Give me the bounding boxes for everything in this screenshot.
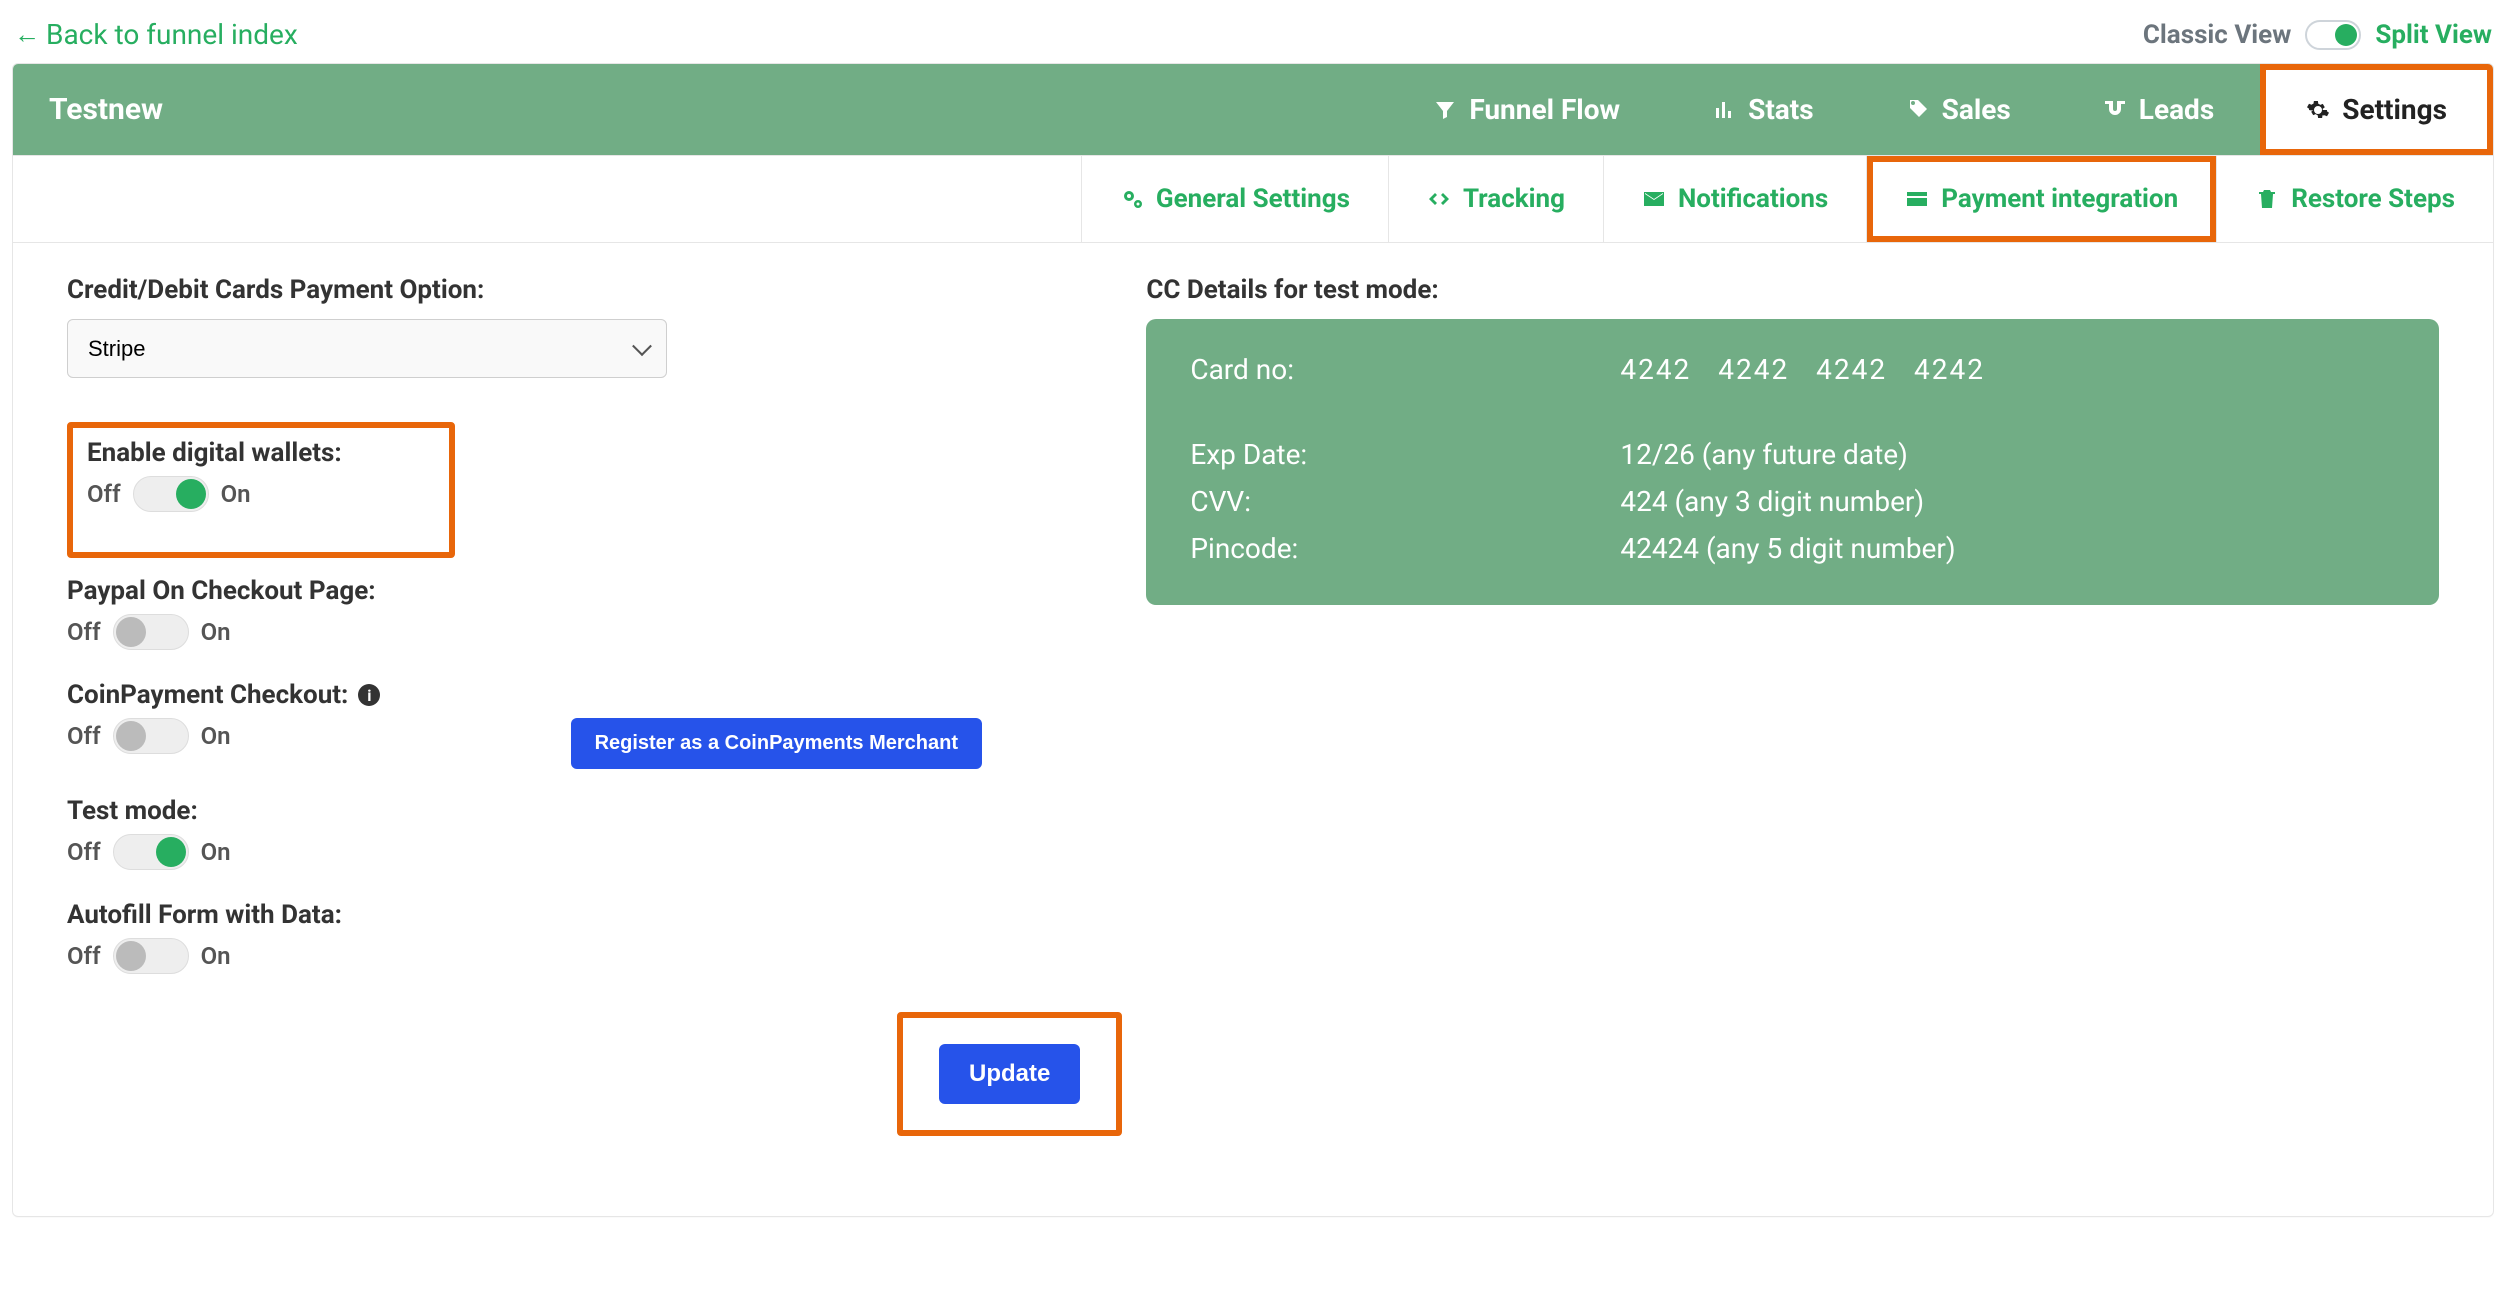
tab-settings-label: Settings — [2342, 93, 2447, 126]
funnel-icon — [1433, 98, 1457, 122]
digital-wallets-label: Enable digital wallets: — [87, 438, 435, 468]
register-coinpayments-button[interactable]: Register as a CoinPayments Merchant — [571, 718, 982, 769]
subtab-general-label: General Settings — [1156, 184, 1350, 214]
subtab-restore-label: Restore Steps — [2291, 184, 2455, 214]
subtab-tracking-label: Tracking — [1463, 184, 1565, 214]
cc-cvv-label: CVV: — [1190, 485, 1620, 518]
settings-subtabs: General Settings Tracking Notifications … — [13, 156, 2493, 243]
paypal-on-label: On — [201, 618, 231, 646]
gear-icon — [2306, 98, 2330, 122]
subtab-restore-steps[interactable]: Restore Steps — [2216, 156, 2493, 242]
tab-funnel-flow-label: Funnel Flow — [1469, 93, 1620, 126]
card-option-select[interactable]: Stripe — [67, 319, 667, 378]
test-on-label: On — [201, 838, 231, 866]
funnel-header: Testnew Funnel Flow Stats Sales Leads Se… — [13, 64, 2493, 156]
funnel-title: Testnew — [13, 64, 199, 155]
magnet-icon — [2103, 98, 2127, 122]
digital-wallets-toggle[interactable] — [133, 476, 209, 512]
cc-pin-label: Pincode: — [1190, 532, 1620, 565]
digital-wallets-block: Enable digital wallets: Off On — [67, 422, 455, 558]
tab-stats[interactable]: Stats — [1666, 64, 1860, 155]
subtab-notifications[interactable]: Notifications — [1603, 156, 1866, 242]
tab-leads[interactable]: Leads — [2057, 64, 2260, 155]
credit-card-icon — [1905, 187, 1929, 211]
autofill-label: Autofill Form with Data: — [67, 900, 1122, 930]
paypal-label: Paypal On Checkout Page: — [67, 576, 1122, 606]
cc-exp-label: Exp Date: — [1190, 438, 1620, 471]
autofill-toggle[interactable] — [113, 938, 189, 974]
update-button[interactable]: Update — [939, 1044, 1080, 1104]
view-switch: Classic View Split View — [2143, 20, 2492, 50]
autofill-on-label: On — [201, 942, 231, 970]
card-option-label: Credit/Debit Cards Payment Option: — [67, 275, 1122, 305]
tab-settings[interactable]: Settings — [2260, 64, 2493, 155]
tab-sales[interactable]: Sales — [1860, 64, 2057, 155]
bar-chart-icon — [1712, 98, 1736, 122]
code-icon — [1427, 187, 1451, 211]
autofill-off-label: Off — [67, 942, 101, 970]
test-off-label: Off — [67, 838, 101, 866]
cc-test-card: Card no: 4242 4242 4242 4242 Exp Date: 1… — [1146, 319, 2439, 605]
subtab-tracking[interactable]: Tracking — [1388, 156, 1603, 242]
cc-pin-value: 42424 (any 5 digit number) — [1620, 532, 2395, 565]
subtab-general[interactable]: General Settings — [1081, 156, 1388, 242]
info-icon[interactable]: i — [358, 684, 380, 706]
view-toggle[interactable] — [2305, 20, 2361, 50]
cc-cvv-value: 424 (any 3 digit number) — [1620, 485, 2395, 518]
subtab-notifications-label: Notifications — [1678, 184, 1828, 214]
cc-exp-value: 12/26 (any future date) — [1620, 438, 2395, 471]
coin-on-label: On — [201, 722, 231, 750]
gears-icon — [1120, 187, 1144, 211]
paypal-off-label: Off — [67, 618, 101, 646]
tab-sales-label: Sales — [1942, 93, 2011, 126]
wallets-on-label: On — [221, 480, 251, 508]
autofill-block: Autofill Form with Data: Off On — [67, 900, 1122, 974]
tab-stats-label: Stats — [1748, 93, 1814, 126]
tab-funnel-flow[interactable]: Funnel Flow — [1387, 64, 1666, 155]
trash-icon — [2255, 187, 2279, 211]
cc-details-heading: CC Details for test mode: — [1146, 275, 2439, 305]
wallets-off-label: Off — [87, 480, 121, 508]
test-mode-block: Test mode: Off On — [67, 796, 1122, 870]
tag-icon — [1906, 98, 1930, 122]
split-view-label[interactable]: Split View — [2375, 20, 2492, 50]
subtab-payment-integration[interactable]: Payment integration — [1866, 156, 2216, 242]
test-mode-label: Test mode: — [67, 796, 1122, 826]
paypal-block: Paypal On Checkout Page: Off On — [67, 576, 1122, 650]
coinpayment-label-text: CoinPayment Checkout: — [67, 680, 348, 710]
back-to-index-link[interactable]: ← Back to funnel index — [14, 18, 298, 51]
classic-view-label[interactable]: Classic View — [2143, 20, 2291, 50]
envelope-icon — [1642, 187, 1666, 211]
update-highlight-box: Update — [897, 1012, 1122, 1136]
arrow-left-icon: ← — [14, 19, 40, 50]
funnel-panel: Testnew Funnel Flow Stats Sales Leads Se… — [12, 63, 2494, 1217]
coinpayment-toggle[interactable] — [113, 718, 189, 754]
cc-cardno-value: 4242 4242 4242 4242 — [1620, 353, 2395, 386]
tab-leads-label: Leads — [2139, 93, 2214, 126]
coinpayment-label: CoinPayment Checkout: i — [67, 680, 1122, 710]
back-link-label: Back to funnel index — [46, 18, 298, 51]
paypal-toggle[interactable] — [113, 614, 189, 650]
coinpayment-block: CoinPayment Checkout: i Off On Register … — [67, 680, 1122, 784]
coin-off-label: Off — [67, 722, 101, 750]
test-mode-toggle[interactable] — [113, 834, 189, 870]
subtab-payment-label: Payment integration — [1941, 184, 2178, 214]
cc-cardno-label: Card no: — [1190, 353, 1620, 386]
